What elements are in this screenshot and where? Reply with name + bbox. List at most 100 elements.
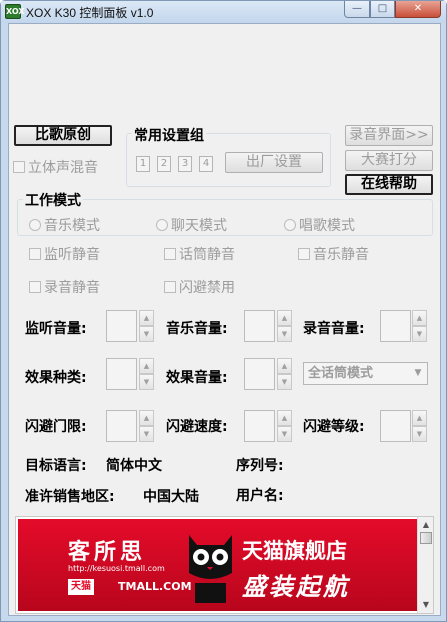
record-mute-label: 录音静音: [44, 280, 100, 296]
sales-region-value: 中国大陆: [143, 489, 199, 505]
checkbox-box: [29, 248, 41, 260]
spin-up-icon[interactable]: ▲: [412, 310, 427, 326]
record-volume-label: 录音音量:: [303, 321, 365, 337]
work-mode-title: 工作模式: [23, 190, 83, 210]
dodge-disable-checkbox[interactable]: 闪避禁用: [164, 277, 235, 297]
dodge-threshold-spinner[interactable]: ▲ ▼: [139, 410, 154, 442]
preset-1-button[interactable]: 1: [136, 156, 150, 172]
spin-up-icon[interactable]: ▲: [277, 358, 292, 374]
record-volume-field[interactable]: [380, 310, 411, 342]
monitor-mute-checkbox[interactable]: 监听静音: [29, 244, 100, 264]
monitor-volume-spinner[interactable]: ▲ ▼: [139, 310, 154, 342]
dodge-speed-field[interactable]: [244, 410, 275, 442]
maximize-button[interactable]: □: [370, 1, 395, 18]
banner-scrollbar[interactable]: ▲ ▼: [417, 517, 433, 613]
scroll-down-icon[interactable]: ▼: [419, 598, 433, 612]
chat-mode-label: 聊天模式: [171, 218, 227, 234]
chat-mode-radio[interactable]: 聊天模式: [156, 215, 227, 235]
spin-down-icon[interactable]: ▼: [277, 374, 292, 390]
radio-dot: [29, 219, 41, 231]
tmall-cat-icon: [189, 535, 232, 603]
mic-mute-label: 话筒静音: [179, 247, 235, 263]
target-language-label: 目标语言:: [25, 458, 87, 474]
dodge-threshold-field[interactable]: [106, 410, 137, 442]
title-bar[interactable]: XOX XOX K30 控制面板 v1.0 — □ ✕: [1, 1, 446, 23]
radio-dot: [156, 219, 168, 231]
spin-down-icon[interactable]: ▼: [277, 326, 292, 342]
scroll-up-icon[interactable]: ▲: [419, 518, 433, 532]
close-button[interactable]: ✕: [395, 1, 441, 18]
sing-mode-radio[interactable]: 唱歌模式: [284, 215, 355, 235]
preset-2-button[interactable]: 2: [157, 156, 171, 172]
preset-4-button[interactable]: 4: [199, 156, 213, 172]
spin-up-icon[interactable]: ▲: [277, 310, 292, 326]
minimize-button[interactable]: —: [344, 1, 370, 18]
monitor-volume-field[interactable]: [106, 310, 137, 342]
effect-volume-field[interactable]: [244, 358, 275, 390]
effect-volume-spinner[interactable]: ▲ ▼: [277, 358, 292, 390]
music-mute-label: 音乐静音: [313, 247, 369, 263]
record-volume-spinner[interactable]: ▲ ▼: [412, 310, 427, 342]
effect-type-label: 效果种类:: [25, 370, 87, 386]
spin-down-icon[interactable]: ▼: [412, 326, 427, 342]
banner-store-name: 天猫旗舰店: [242, 539, 347, 563]
record-ui-button[interactable]: 录音界面>>: [345, 125, 433, 146]
mic-mute-checkbox[interactable]: 话筒静音: [164, 244, 235, 264]
dodge-threshold-label: 闪避门限:: [25, 419, 87, 435]
scroll-thumb[interactable]: [420, 532, 432, 544]
checkbox-box: [164, 248, 176, 260]
stereo-mix-label: 立体声混音: [28, 160, 98, 176]
tmall-badge: 天猫: [68, 579, 94, 595]
music-volume-spinner[interactable]: ▲ ▼: [277, 310, 292, 342]
spin-down-icon[interactable]: ▼: [412, 426, 427, 442]
window-title: XOX K30 控制面板 v1.0: [26, 6, 154, 20]
main-window: XOX XOX K30 控制面板 v1.0 — □ ✕ 比歌原创 立体声混音 常…: [0, 0, 447, 622]
music-mute-checkbox[interactable]: 音乐静音: [298, 244, 369, 264]
stereo-mix-checkbox[interactable]: 立体声混音: [13, 157, 98, 177]
effect-type-spinner[interactable]: ▲ ▼: [139, 358, 154, 390]
spin-up-icon[interactable]: ▲: [277, 410, 292, 426]
app-icon: XOX: [5, 4, 25, 19]
target-language-value: 简体中文: [106, 458, 162, 474]
spin-down-icon[interactable]: ▼: [139, 326, 154, 342]
spin-down-icon[interactable]: ▼: [277, 426, 292, 442]
dodge-level-spinner[interactable]: ▲ ▼: [412, 410, 427, 442]
spin-up-icon[interactable]: ▲: [139, 358, 154, 374]
username-label: 用户名:: [236, 488, 284, 504]
tmall-text: TMALL.COM: [118, 580, 192, 593]
banner-brand: 客所思: [68, 540, 147, 565]
contest-score-button[interactable]: 大赛打分: [345, 150, 433, 171]
effect-volume-label: 效果音量:: [166, 370, 228, 386]
ad-banner[interactable]: 客所思 http://kesuosi.tmall.com 天猫 TMALL.CO…: [18, 519, 418, 611]
ad-banner-frame: 客所思 http://kesuosi.tmall.com 天猫 TMALL.CO…: [15, 516, 434, 614]
spin-down-icon[interactable]: ▼: [139, 426, 154, 442]
spin-down-icon[interactable]: ▼: [139, 374, 154, 390]
music-volume-label: 音乐音量:: [166, 321, 228, 337]
spin-up-icon[interactable]: ▲: [139, 310, 154, 326]
sales-region-label: 准许销售地区:: [25, 489, 115, 505]
compare-original-button[interactable]: 比歌原创: [14, 125, 112, 146]
monitor-mute-label: 监听静音: [44, 247, 100, 263]
dodge-level-label: 闪避等级:: [303, 419, 365, 435]
spin-up-icon[interactable]: ▲: [139, 410, 154, 426]
online-help-button[interactable]: 在线帮助: [345, 174, 433, 195]
spin-up-icon[interactable]: ▲: [412, 410, 427, 426]
dodge-level-field[interactable]: [380, 410, 411, 442]
dodge-speed-spinner[interactable]: ▲ ▼: [277, 410, 292, 442]
radio-dot: [284, 219, 296, 231]
checkbox-box: [29, 281, 41, 293]
checkbox-box: [164, 281, 176, 293]
dodge-disable-label: 闪避禁用: [179, 280, 235, 296]
client-area: 比歌原创 立体声混音 常用设置组 1 2 3 4 出厂设置 录音界面>> 大赛打…: [8, 23, 441, 616]
banner-url: http://kesuosi.tmall.com: [68, 564, 165, 573]
chevron-down-icon[interactable]: ▼: [409, 363, 427, 384]
music-mode-radio[interactable]: 音乐模式: [29, 215, 100, 235]
preset-3-button[interactable]: 3: [178, 156, 192, 172]
effect-type-field[interactable]: [106, 358, 137, 390]
serial-number-label: 序列号:: [236, 458, 284, 474]
monitor-volume-label: 监听音量:: [25, 321, 87, 337]
music-volume-field[interactable]: [244, 310, 275, 342]
factory-reset-button[interactable]: 出厂设置: [225, 152, 323, 173]
record-mute-checkbox[interactable]: 录音静音: [29, 277, 100, 297]
effect-mode-select[interactable]: 全话筒模式 ▼: [303, 362, 428, 385]
